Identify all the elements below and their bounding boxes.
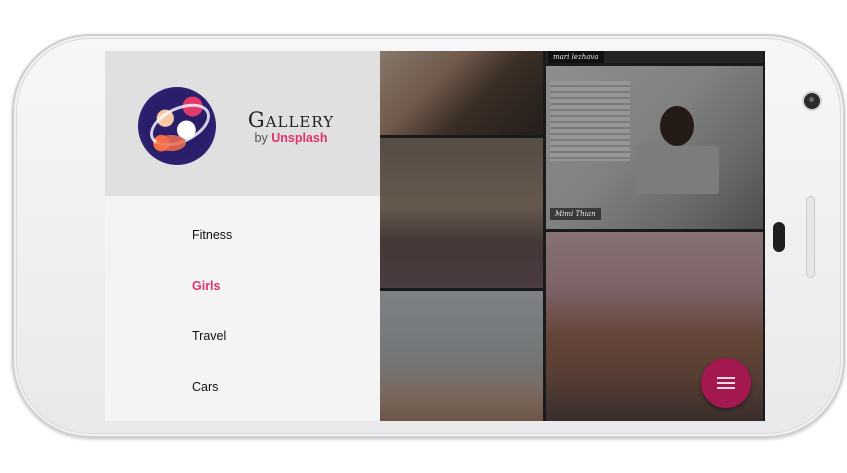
menu-fab-button[interactable] bbox=[701, 358, 751, 408]
photo-caption: mari lezhava bbox=[548, 51, 604, 63]
camera-icon bbox=[804, 93, 820, 109]
byline-brand: Unsplash bbox=[271, 131, 328, 145]
phone-sensor bbox=[773, 222, 785, 252]
drawer-item-travel[interactable]: Travel bbox=[192, 329, 226, 343]
app-title: Gallery bbox=[247, 108, 335, 132]
drawer-item-cars[interactable]: Cars bbox=[192, 380, 218, 394]
navigation-drawer: Gallery by Unsplash Fitness Girls Travel… bbox=[105, 51, 380, 421]
menu-icon bbox=[717, 382, 735, 384]
screen: mari lezhava Mimi Thian Gallery by Unspl… bbox=[105, 51, 765, 421]
app-byline: by Unsplash bbox=[245, 131, 337, 145]
photo-caption: Mimi Thian bbox=[550, 208, 601, 220]
drawer-item-girls[interactable]: Girls bbox=[192, 279, 221, 293]
drawer-item-fitness[interactable]: Fitness bbox=[192, 228, 232, 242]
byline-prefix: by bbox=[254, 131, 268, 145]
drawer-header: Gallery by Unsplash bbox=[105, 51, 380, 196]
app-logo-avatar bbox=[138, 87, 216, 165]
phone-speaker bbox=[806, 196, 815, 278]
